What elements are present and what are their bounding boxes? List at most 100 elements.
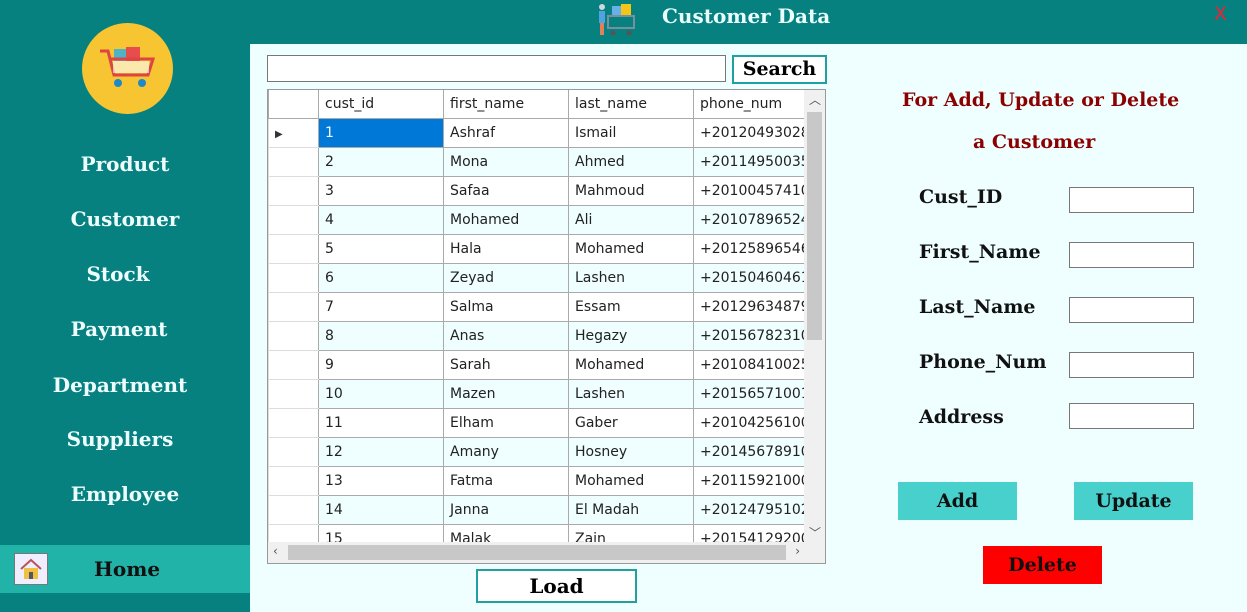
table-row[interactable]: 3 Safaa Mahmoud +201004574108 <box>268 175 820 206</box>
cell-last-name[interactable]: El Madah <box>568 494 694 525</box>
cell-last-name[interactable]: Mahmoud <box>568 175 694 206</box>
table-row[interactable]: 2 Mona Ahmed +201149500358 <box>268 146 820 177</box>
column-header-cust-id[interactable]: cust_id <box>318 90 444 119</box>
cell-first-name[interactable]: Zeyad <box>443 262 569 293</box>
cell-cust-id[interactable]: 13 <box>318 465 444 496</box>
cell-last-name[interactable]: Mohamed <box>568 465 694 496</box>
cell-last-name[interactable]: Ali <box>568 204 694 235</box>
cust-id-input[interactable] <box>1069 187 1194 213</box>
table-row[interactable]: 14 Janna El Madah +201247951022 <box>268 494 820 525</box>
cell-cust-id[interactable]: 8 <box>318 320 444 351</box>
sidebar-item-employee[interactable]: Employee <box>0 482 250 506</box>
cell-last-name[interactable]: Hegazy <box>568 320 694 351</box>
cell-cust-id[interactable]: 11 <box>318 407 444 438</box>
row-header[interactable] <box>268 175 319 206</box>
row-header[interactable] <box>268 465 319 496</box>
sidebar-item-department[interactable]: Department <box>0 373 245 397</box>
row-header[interactable] <box>268 378 319 409</box>
row-header[interactable] <box>268 407 319 438</box>
cell-phone-num[interactable]: +201296348795 <box>693 291 820 322</box>
scroll-left-icon[interactable]: ‹ <box>273 544 278 558</box>
row-header[interactable] <box>268 494 319 525</box>
cell-last-name[interactable]: Hosney <box>568 436 694 467</box>
cell-first-name[interactable]: Mazen <box>443 378 569 409</box>
table-row[interactable]: ▶ 1 Ashraf Ismail +201204930285 <box>268 117 820 148</box>
cell-phone-num[interactable]: +201004574108 <box>693 175 820 206</box>
row-header[interactable]: ▶ <box>268 117 319 148</box>
cell-phone-num[interactable]: +201078965246 <box>693 204 820 235</box>
column-header-last-name[interactable]: last_name <box>568 90 694 119</box>
cell-first-name[interactable]: Hala <box>443 233 569 264</box>
cell-phone-num[interactable]: +201084100258 <box>693 349 820 380</box>
scroll-right-icon[interactable]: › <box>795 544 800 558</box>
column-header-phone-num[interactable]: phone_num <box>693 90 820 119</box>
phone-num-input[interactable] <box>1069 352 1194 378</box>
last-name-input[interactable] <box>1069 297 1194 323</box>
row-header[interactable] <box>268 204 319 235</box>
sidebar-item-home[interactable]: Home <box>0 545 250 593</box>
cell-cust-id[interactable]: 9 <box>318 349 444 380</box>
cell-cust-id[interactable]: 4 <box>318 204 444 235</box>
search-input[interactable] <box>267 55 726 82</box>
row-header[interactable] <box>268 233 319 264</box>
table-row[interactable]: 12 Amany Hosney +201456789102 <box>268 436 820 467</box>
cell-phone-num[interactable]: +201258965462 <box>693 233 820 264</box>
sidebar-item-customer[interactable]: Customer <box>0 207 250 231</box>
cell-phone-num[interactable]: +201567823100 <box>693 320 820 351</box>
cell-last-name[interactable]: Lashen <box>568 378 694 409</box>
table-row[interactable]: 11 Elham Gaber +201042561008 <box>268 407 820 438</box>
sidebar-item-payment[interactable]: Payment <box>0 317 244 341</box>
add-button[interactable]: Add <box>898 482 1017 520</box>
cell-first-name[interactable]: Safaa <box>443 175 569 206</box>
cell-last-name[interactable]: Gaber <box>568 407 694 438</box>
table-row[interactable]: 6 Zeyad Lashen +201504604617 <box>268 262 820 293</box>
vertical-scroll-thumb[interactable] <box>807 112 822 340</box>
cell-cust-id[interactable]: 10 <box>318 378 444 409</box>
row-header[interactable] <box>268 262 319 293</box>
cell-last-name[interactable]: Ismail <box>568 117 694 148</box>
table-row[interactable]: 9 Sarah Mohamed +201084100258 <box>268 349 820 380</box>
close-button[interactable]: X <box>1214 3 1227 25</box>
cell-last-name[interactable]: Mohamed <box>568 233 694 264</box>
cell-last-name[interactable]: Ahmed <box>568 146 694 177</box>
vertical-scrollbar[interactable]: ︿ ﹀ <box>804 90 825 542</box>
cell-first-name[interactable]: Amany <box>443 436 569 467</box>
cell-phone-num[interactable]: +201565710011 <box>693 378 820 409</box>
cell-phone-num[interactable]: +201204930285 <box>693 117 820 148</box>
customer-grid[interactable]: cust_id first_name last_name phone_num ▶… <box>267 89 826 564</box>
delete-button[interactable]: Delete <box>983 546 1102 584</box>
row-header[interactable] <box>268 320 319 351</box>
row-header[interactable] <box>268 146 319 177</box>
cell-cust-id[interactable]: 3 <box>318 175 444 206</box>
cell-first-name[interactable]: Salma <box>443 291 569 322</box>
table-row[interactable]: 13 Fatma Mohamed +201159210001 <box>268 465 820 496</box>
row-header[interactable] <box>268 349 319 380</box>
row-header[interactable] <box>268 436 319 467</box>
cell-phone-num[interactable]: +201456789102 <box>693 436 820 467</box>
sidebar-item-stock[interactable]: Stock <box>0 262 243 286</box>
sidebar-item-suppliers[interactable]: Suppliers <box>0 427 245 451</box>
cell-cust-id[interactable]: 1 <box>318 117 444 148</box>
cell-first-name[interactable]: Mona <box>443 146 569 177</box>
sidebar-item-product[interactable]: Product <box>0 152 250 176</box>
cell-first-name[interactable]: Mohamed <box>443 204 569 235</box>
table-row[interactable]: 5 Hala Mohamed +201258965462 <box>268 233 820 264</box>
search-button[interactable]: Search <box>732 55 827 84</box>
cell-cust-id[interactable]: 6 <box>318 262 444 293</box>
load-button[interactable]: Load <box>476 569 637 603</box>
cell-first-name[interactable]: Elham <box>443 407 569 438</box>
table-row[interactable]: 4 Mohamed Ali +201078965246 <box>268 204 820 235</box>
address-input[interactable] <box>1069 403 1194 429</box>
cell-first-name[interactable]: Sarah <box>443 349 569 380</box>
cell-cust-id[interactable]: 12 <box>318 436 444 467</box>
cell-cust-id[interactable]: 14 <box>318 494 444 525</box>
cell-last-name[interactable]: Lashen <box>568 262 694 293</box>
horizontal-scrollbar[interactable]: ‹ › <box>268 542 825 563</box>
cell-last-name[interactable]: Mohamed <box>568 349 694 380</box>
cell-cust-id[interactable]: 5 <box>318 233 444 264</box>
cell-phone-num[interactable]: +201042561008 <box>693 407 820 438</box>
first-name-input[interactable] <box>1069 242 1194 268</box>
cell-first-name[interactable]: Ashraf <box>443 117 569 148</box>
cell-phone-num[interactable]: +201159210001 <box>693 465 820 496</box>
cell-first-name[interactable]: Fatma <box>443 465 569 496</box>
